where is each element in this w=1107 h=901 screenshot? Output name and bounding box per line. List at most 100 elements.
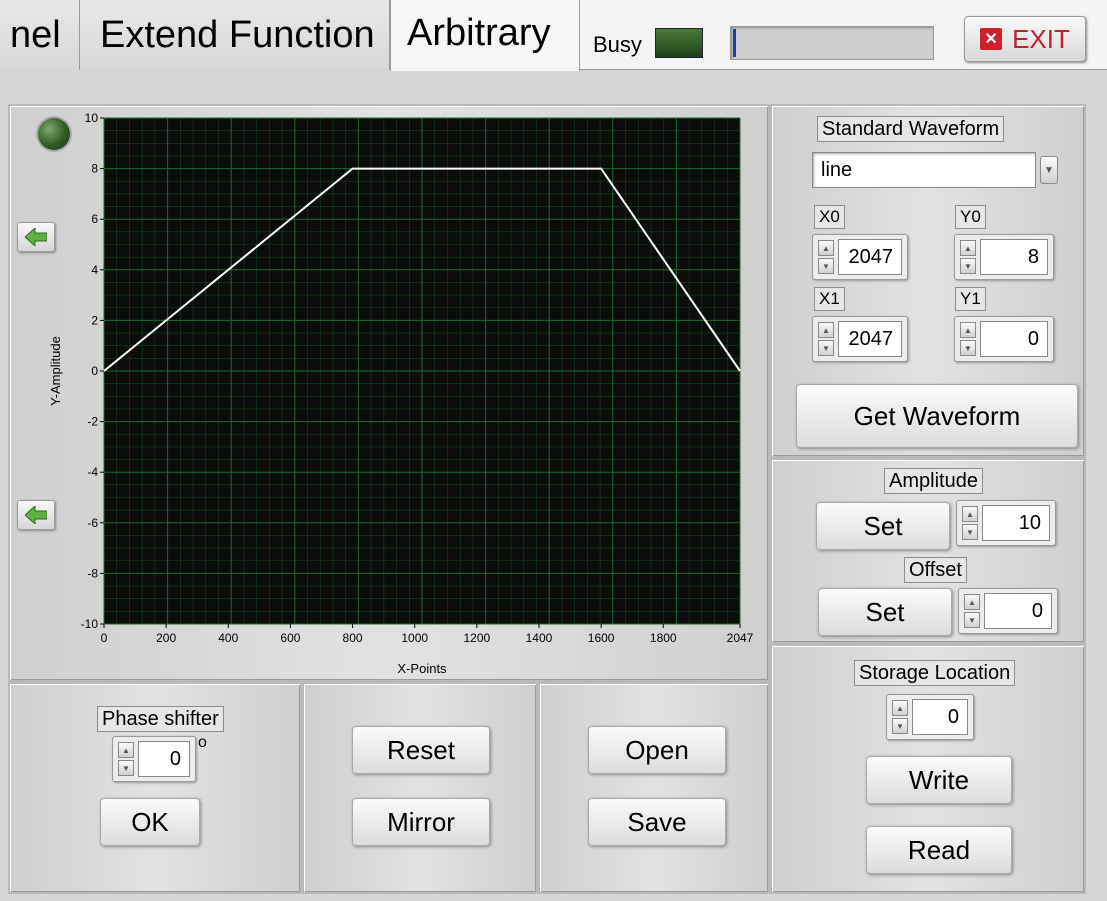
chevron-down-icon[interactable]: ▼: [1040, 156, 1058, 184]
x-tick-label: 0: [101, 631, 108, 645]
x-tick-label: 1000: [401, 631, 428, 645]
decrement-icon[interactable]: ▼: [960, 258, 976, 274]
storage-location-label: Storage Location: [854, 660, 1016, 686]
y-tick-label: -8: [87, 566, 98, 580]
x-axis-label: X-Points: [397, 661, 447, 676]
y-tick-label: 8: [91, 162, 98, 176]
write-label: Write: [908, 764, 970, 795]
y-tick-label: -6: [87, 516, 98, 530]
tab-panel[interactable]: nel: [0, 0, 80, 70]
exit-button[interactable]: ✕ EXIT: [964, 16, 1086, 62]
x-axis-ticks: 0 200 400 600 800 1000 1200 1400 1600 1800 2047: [101, 624, 754, 645]
x-tick-label: 800: [343, 631, 363, 645]
amplitude-set-label: Set: [863, 510, 903, 541]
x1-stepper[interactable]: ▲ ▼ 2047: [812, 316, 908, 362]
increment-icon[interactable]: ▲: [960, 322, 976, 338]
x-tick-label: 1600: [588, 631, 615, 645]
increment-icon[interactable]: ▲: [892, 700, 908, 716]
tab-arbitrary-label: Arbitrary: [407, 12, 551, 54]
amplitude-label: Amplitude: [884, 468, 983, 494]
tab-arbitrary[interactable]: Arbitrary: [390, 0, 580, 71]
x-tick-label: 1200: [463, 631, 490, 645]
y-tick-label: 4: [91, 263, 98, 277]
save-label: Save: [627, 806, 687, 837]
x-tick-label: 1400: [526, 631, 553, 645]
tab-extend-function[interactable]: Extend Function: [80, 0, 390, 70]
amplitude-value[interactable]: 10: [982, 505, 1050, 541]
x-tick-label: 200: [156, 631, 176, 645]
y-tick-label: -10: [81, 617, 99, 631]
phase-ok-button[interactable]: OK: [100, 798, 200, 846]
y-tick-label: 0: [91, 364, 98, 378]
read-button[interactable]: Read: [866, 826, 1012, 874]
increment-icon[interactable]: ▲: [962, 506, 978, 522]
x1-label: X1: [814, 287, 845, 311]
y-tick-label: -4: [87, 465, 98, 479]
busy-indicator: [655, 28, 703, 58]
decrement-icon[interactable]: ▼: [118, 760, 134, 776]
y1-label: Y1: [955, 287, 986, 311]
reset-button[interactable]: Reset: [352, 726, 490, 774]
mirror-button[interactable]: Mirror: [352, 798, 490, 846]
y1-stepper[interactable]: ▲ ▼ 0: [954, 316, 1054, 362]
get-waveform-button[interactable]: Get Waveform: [796, 384, 1078, 448]
save-button[interactable]: Save: [588, 798, 726, 846]
phase-shifter-value[interactable]: 0: [138, 741, 190, 777]
increment-icon[interactable]: ▲: [964, 594, 980, 610]
exit-label: EXIT: [1012, 23, 1070, 54]
offset-set-button[interactable]: Set: [818, 588, 952, 636]
y-tick-label: 2: [91, 313, 98, 327]
progress-bar: [730, 26, 934, 60]
waveform-graph[interactable]: 10 8 6 4 2 0 -2 -4 -6 -8 -10 0 200 400 600 800 1000 1200…: [30, 108, 765, 680]
file-panel: [538, 682, 770, 894]
y-tick-label: 10: [85, 111, 99, 125]
decrement-icon[interactable]: ▼: [960, 340, 976, 356]
progress-fill: [733, 29, 736, 57]
amplitude-stepper[interactable]: ▲ ▼ 10: [956, 500, 1056, 546]
offset-stepper[interactable]: ▲ ▼ 0: [958, 588, 1058, 634]
waveform-select-value: line: [821, 158, 853, 181]
amplitude-set-button[interactable]: Set: [816, 502, 950, 550]
decrement-icon[interactable]: ▼: [818, 340, 834, 356]
increment-icon[interactable]: ▲: [118, 742, 134, 758]
x-tick-label: 2047: [727, 631, 754, 645]
x1-value[interactable]: 2047: [838, 321, 902, 357]
offset-set-label: Set: [865, 596, 905, 627]
waveform-select[interactable]: line: [812, 152, 1036, 188]
edit-panel: [302, 682, 538, 894]
decrement-icon[interactable]: ▼: [962, 524, 978, 540]
open-button[interactable]: Open: [588, 726, 726, 774]
phase-ok-label: OK: [131, 806, 169, 837]
x0-label: X0: [814, 205, 845, 229]
storage-location-stepper[interactable]: ▲ ▼ 0: [886, 694, 974, 740]
x-tick-label: 400: [218, 631, 238, 645]
decrement-icon[interactable]: ▼: [964, 612, 980, 628]
write-button[interactable]: Write: [866, 756, 1012, 804]
y-tick-label: 6: [91, 212, 98, 226]
tab-panel-label: nel: [10, 13, 61, 56]
y1-value[interactable]: 0: [980, 321, 1048, 357]
degree-unit: o: [198, 734, 207, 751]
decrement-icon[interactable]: ▼: [892, 718, 908, 734]
storage-location-value[interactable]: 0: [912, 699, 968, 735]
phase-shifter-stepper[interactable]: ▲ ▼ 0: [112, 736, 196, 782]
x0-value[interactable]: 2047: [838, 239, 902, 275]
busy-label: Busy: [593, 32, 642, 57]
y0-label: Y0: [955, 205, 986, 229]
offset-value[interactable]: 0: [984, 593, 1052, 629]
increment-icon[interactable]: ▲: [960, 240, 976, 256]
y-axis-label: Y-Amplitude: [48, 336, 63, 406]
increment-icon[interactable]: ▲: [818, 240, 834, 256]
y0-value[interactable]: 8: [980, 239, 1048, 275]
y-axis-ticks: 10 8 6 4 2 0 -2 -4 -6 -8 -10: [81, 111, 104, 631]
read-label: Read: [907, 834, 971, 865]
x-tick-label: 600: [280, 631, 300, 645]
tab-extend-function-label: Extend Function: [100, 13, 375, 56]
close-icon: ✕: [980, 28, 1003, 50]
get-waveform-label: Get Waveform: [853, 400, 1021, 431]
open-label: Open: [625, 734, 689, 765]
y0-stepper[interactable]: ▲ ▼ 8: [954, 234, 1054, 280]
x0-stepper[interactable]: ▲ ▼ 2047: [812, 234, 908, 280]
decrement-icon[interactable]: ▼: [818, 258, 834, 274]
increment-icon[interactable]: ▲: [818, 322, 834, 338]
